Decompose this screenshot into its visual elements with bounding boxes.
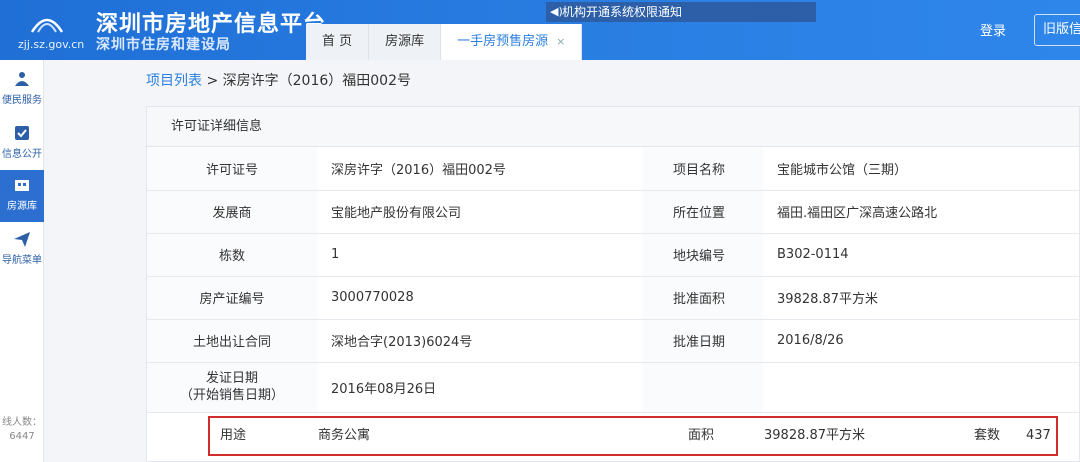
table-row: 土地出让合同 深地合字(2013)6024号 批准日期 2016/8/26 — [147, 319, 1080, 363]
area-value: 39828.87平方米 — [764, 428, 866, 443]
issue-date-value: 2016年08月26日 — [317, 362, 643, 413]
area-label: 面积 — [688, 428, 715, 443]
developer-value: 宝能地产股份有限公司 — [317, 190, 643, 234]
sidebar-item-label: 房源库 — [7, 201, 37, 212]
building-icon — [15, 180, 29, 191]
building-count-value: 1 — [317, 233, 643, 277]
issue-date-label: 发证日期 （开始销售日期） — [147, 362, 317, 413]
close-icon[interactable]: × — [556, 35, 565, 48]
notice-text: 机构开通系统权限通知 — [562, 5, 683, 19]
breadcrumb: 项目列表 > 深房许字（2016）福田002号 — [146, 70, 411, 90]
usage-label: 用途 — [220, 428, 247, 443]
site-subtitle: 深圳市住房和建设局 — [96, 37, 231, 53]
parcel-no-value: B302-0114 — [763, 233, 1080, 277]
speaker-icon: ◀) — [550, 5, 563, 18]
permit-detail-table: 许可证号 深房许字（2016）福田002号 项目名称 宝能城市公馆（三期） 发展… — [147, 147, 1080, 413]
approved-area-label: 批准面积 — [643, 276, 763, 320]
land-contract-value: 深地合字(2013)6024号 — [317, 319, 643, 363]
issue-date-label-line2: （开始销售日期） — [179, 388, 284, 403]
site-domain: zjj.sz.gov.cn — [18, 38, 85, 51]
parcel-no-label: 地块编号 — [643, 233, 763, 277]
permit-detail-panel: 许可证详细信息 许可证号 深房许字（2016）福田002号 项目名称 宝能城市公… — [146, 106, 1080, 462]
table-row: 房产证编号 3000770028 批准面积 39828.87平方米 — [147, 276, 1080, 320]
tab-listings[interactable]: 房源库 — [369, 24, 442, 60]
breadcrumb-project-list[interactable]: 项目列表 — [146, 73, 202, 89]
old-version-button[interactable]: 旧版信 — [1034, 14, 1080, 46]
approval-date-value: 2016/8/26 — [763, 319, 1080, 363]
sidebar-item-label: 便民服务 — [2, 95, 42, 106]
tab-presale[interactable]: 一手房预售房源 × — [441, 24, 583, 60]
online-label: 线人数： — [2, 417, 42, 428]
property-cert-label: 房产证编号 — [147, 276, 317, 320]
sidebar-item-public-info[interactable]: 信息公开 — [0, 118, 44, 170]
service-icon — [15, 72, 29, 86]
panel-title: 许可证详细信息 — [147, 107, 1079, 147]
sidebar-item-listings[interactable]: 房源库 — [0, 170, 44, 222]
table-row: 栋数 1 地块编号 B302-0114 — [147, 233, 1080, 277]
property-cert-value: 3000770028 — [317, 276, 643, 320]
login-link[interactable]: 登录 — [980, 20, 1006, 39]
main-content: 项目列表 > 深房许字（2016）福田002号 许可证详细信息 许可证号 深房许… — [44, 60, 1080, 462]
sidebar-item-nav-menu[interactable]: 导航菜单 — [0, 224, 44, 276]
check-icon — [15, 126, 29, 140]
units-value: 437 — [1026, 428, 1051, 443]
project-name-value: 宝能城市公馆（三期） — [763, 147, 1080, 191]
location-value: 福田.福田区广深高速公路北 — [763, 190, 1080, 234]
issue-date-label-line1: 发证日期 — [205, 371, 258, 386]
developer-label: 发展商 — [147, 190, 317, 234]
usage-value: 商务公寓 — [318, 428, 371, 443]
breadcrumb-current: 深房许字（2016）福田002号 — [222, 73, 411, 89]
breadcrumb-separator: > — [206, 73, 219, 89]
online-count: 线人数： 6447 — [0, 416, 44, 444]
table-row: 许可证号 深房许字（2016）福田002号 项目名称 宝能城市公馆（三期） — [147, 147, 1080, 191]
logo-icon — [30, 18, 64, 33]
building-count-label: 栋数 — [147, 233, 317, 277]
permit-no-value: 深房许字（2016）福田002号 — [317, 147, 643, 191]
approval-date-label: 批准日期 — [643, 319, 763, 363]
notice-bar[interactable]: ◀) 机构开通系统权限通知 — [546, 2, 816, 22]
sidebar-item-label: 导航菜单 — [2, 255, 42, 266]
online-value: 6447 — [9, 431, 35, 442]
send-icon — [14, 232, 30, 247]
project-name-label: 项目名称 — [643, 147, 763, 191]
table-row: 发展商 宝能地产股份有限公司 所在位置 福田.福田区广深高速公路北 — [147, 190, 1080, 234]
approved-area-value: 39828.87平方米 — [763, 276, 1080, 320]
table-row: 发证日期 （开始销售日期） 2016年08月26日 — [147, 362, 1080, 413]
sidebar-item-label: 信息公开 — [2, 149, 42, 160]
sidebar-item-service[interactable]: 便民服务 — [0, 64, 44, 116]
tab-home[interactable]: 首 页 — [306, 24, 370, 60]
tab-bar: 首 页 房源库 一手房预售房源 × — [306, 24, 583, 60]
units-label: 套数 — [974, 428, 1001, 443]
left-sidebar: 便民服务 信息公开 房源库 导航菜单 线人数： 6447 — [0, 60, 44, 462]
location-label: 所在位置 — [643, 190, 763, 234]
tab-presale-label: 一手房预售房源 — [457, 34, 549, 49]
land-contract-label: 土地出让合同 — [147, 319, 317, 363]
top-header: zjj.sz.gov.cn 深圳市房地产信息平台 深圳市住房和建设局 ◀) 机构… — [0, 0, 1080, 60]
permit-no-label: 许可证号 — [147, 147, 317, 191]
